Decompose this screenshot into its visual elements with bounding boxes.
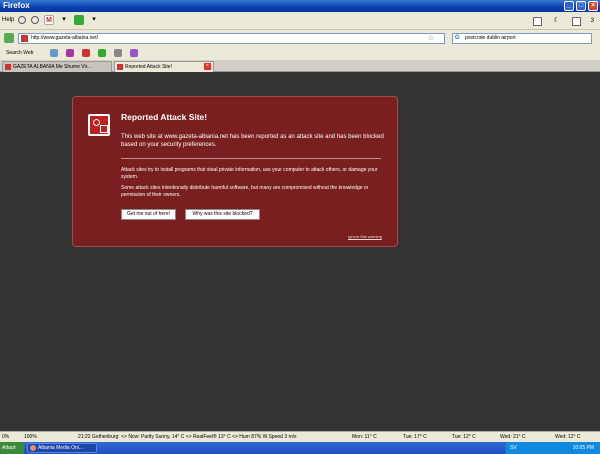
system-tray: SV 10:05 PM <box>505 442 600 454</box>
weather-wed2: Wed: 12° C <box>555 434 581 440</box>
tab-reported-attack[interactable]: Reported Attack Site! × <box>114 61 214 72</box>
green-addon-icon[interactable] <box>74 15 84 25</box>
search-input[interactable]: G postcode dublin airport <box>452 33 592 44</box>
warning-main-text: This web site at www.gazeta-albania.net … <box>121 134 384 148</box>
start-button[interactable]: Attack S... <box>0 442 24 454</box>
bookmark-star-icon[interactable]: ☆ <box>428 34 434 43</box>
tab-favicon-icon <box>117 64 123 70</box>
calendar-icon[interactable] <box>571 16 581 26</box>
weather-wed: Wed: 21° C <box>500 434 526 440</box>
page-content: Reported Attack Site! This web site at w… <box>0 73 600 431</box>
tab-strip: GAZETA ALBANIA Me Shume Vir... Reported … <box>0 60 600 72</box>
search-toolbar: Search Web <box>0 46 600 60</box>
attack-warning-panel: Reported Attack Site! This web site at w… <box>72 96 398 247</box>
page-title: Reported Attack Site! <box>121 112 208 122</box>
weather-mon: Mon: 11° C <box>352 434 377 440</box>
addon-icon[interactable] <box>82 49 90 57</box>
addon-icon[interactable] <box>98 49 106 57</box>
search-toolbar-icons <box>50 49 138 57</box>
zoom-in-icon[interactable] <box>18 16 26 24</box>
toolbar-icons: M ▾ ▾ <box>18 15 99 25</box>
language-indicator[interactable]: SV <box>510 445 517 451</box>
title-bar: Firefox _ □ × <box>0 0 600 12</box>
tab-label: GAZETA ALBANIA Me Shume Vir... <box>13 64 92 70</box>
window-controls: _ □ × <box>564 1 598 11</box>
close-tab-icon[interactable]: × <box>204 63 211 70</box>
url-bar[interactable]: http://www.gazeta-albania.net/ ☆ <box>18 33 445 44</box>
maximize-button[interactable]: □ <box>576 1 586 11</box>
google-icon: G <box>455 35 460 41</box>
warning-paragraph-1: Attack sites try to install programs tha… <box>121 167 378 180</box>
search-value: postcode dublin airport <box>465 35 516 41</box>
status-zoom: 0% <box>2 434 10 440</box>
addon-icon[interactable] <box>66 49 74 57</box>
tab-label: Reported Attack Site! <box>125 64 172 70</box>
chevron-down-icon[interactable]: ▾ <box>89 15 99 25</box>
weather-tue2: Tue: 12° C <box>452 434 476 440</box>
search-web-label[interactable]: Search Web <box>6 50 33 56</box>
get-me-out-button[interactable]: Get me out of here! <box>121 209 176 220</box>
taskbar-item-albania-media[interactable]: Albania Media Onl... <box>27 443 97 453</box>
close-button[interactable]: × <box>588 1 598 11</box>
back-icon[interactable] <box>4 33 14 43</box>
addon-icon[interactable] <box>50 49 58 57</box>
taskbar: Attack S... Albania Media Onl... SV 10:0… <box>0 442 600 454</box>
menu-bar: Help M ▾ ▾ ☾ 3 <box>0 12 600 30</box>
navigation-bar: http://www.gazeta-albania.net/ ☆ G postc… <box>0 30 600 46</box>
windows-icon[interactable] <box>532 16 542 26</box>
right-toolbar-icons: ☾ 3 <box>532 16 594 26</box>
why-blocked-button[interactable]: Why was this site blocked? <box>185 209 260 220</box>
addon-icon[interactable] <box>130 49 138 57</box>
window-title: Firefox <box>3 1 30 10</box>
gmail-icon[interactable]: M <box>44 15 54 25</box>
minimize-button[interactable]: _ <box>564 1 574 11</box>
menu-help[interactable]: Help <box>2 17 14 23</box>
site-favicon-icon <box>21 35 28 42</box>
addon-icon[interactable] <box>114 49 122 57</box>
divider <box>121 158 381 159</box>
tab-favicon-icon <box>5 64 11 70</box>
status-zoom-level: 100% <box>24 434 37 440</box>
zoom-out-icon[interactable] <box>31 16 39 24</box>
url-text: http://www.gazeta-albania.net/ <box>31 35 98 41</box>
status-bar: 0% 100% 21:22 Gothenburg: <> Now: Partly… <box>0 431 600 442</box>
tab-count: 3 <box>590 18 594 24</box>
attack-warning-icon <box>88 114 110 136</box>
moon-icon[interactable]: ☾ <box>552 16 562 26</box>
weather-tue: Tue: 17° C <box>403 434 427 440</box>
weather-now: 21:22 Gothenburg: <> Now: Partly Sunny, … <box>78 434 297 440</box>
chevron-down-icon[interactable]: ▾ <box>59 15 69 25</box>
tab-gazeta[interactable]: GAZETA ALBANIA Me Shume Vir... <box>2 61 112 72</box>
warning-paragraph-2: Some attack sites intentionally distribu… <box>121 185 369 198</box>
clock: 10:05 PM <box>572 445 594 451</box>
ignore-warning-link[interactable]: Ignore this warning <box>348 234 382 239</box>
